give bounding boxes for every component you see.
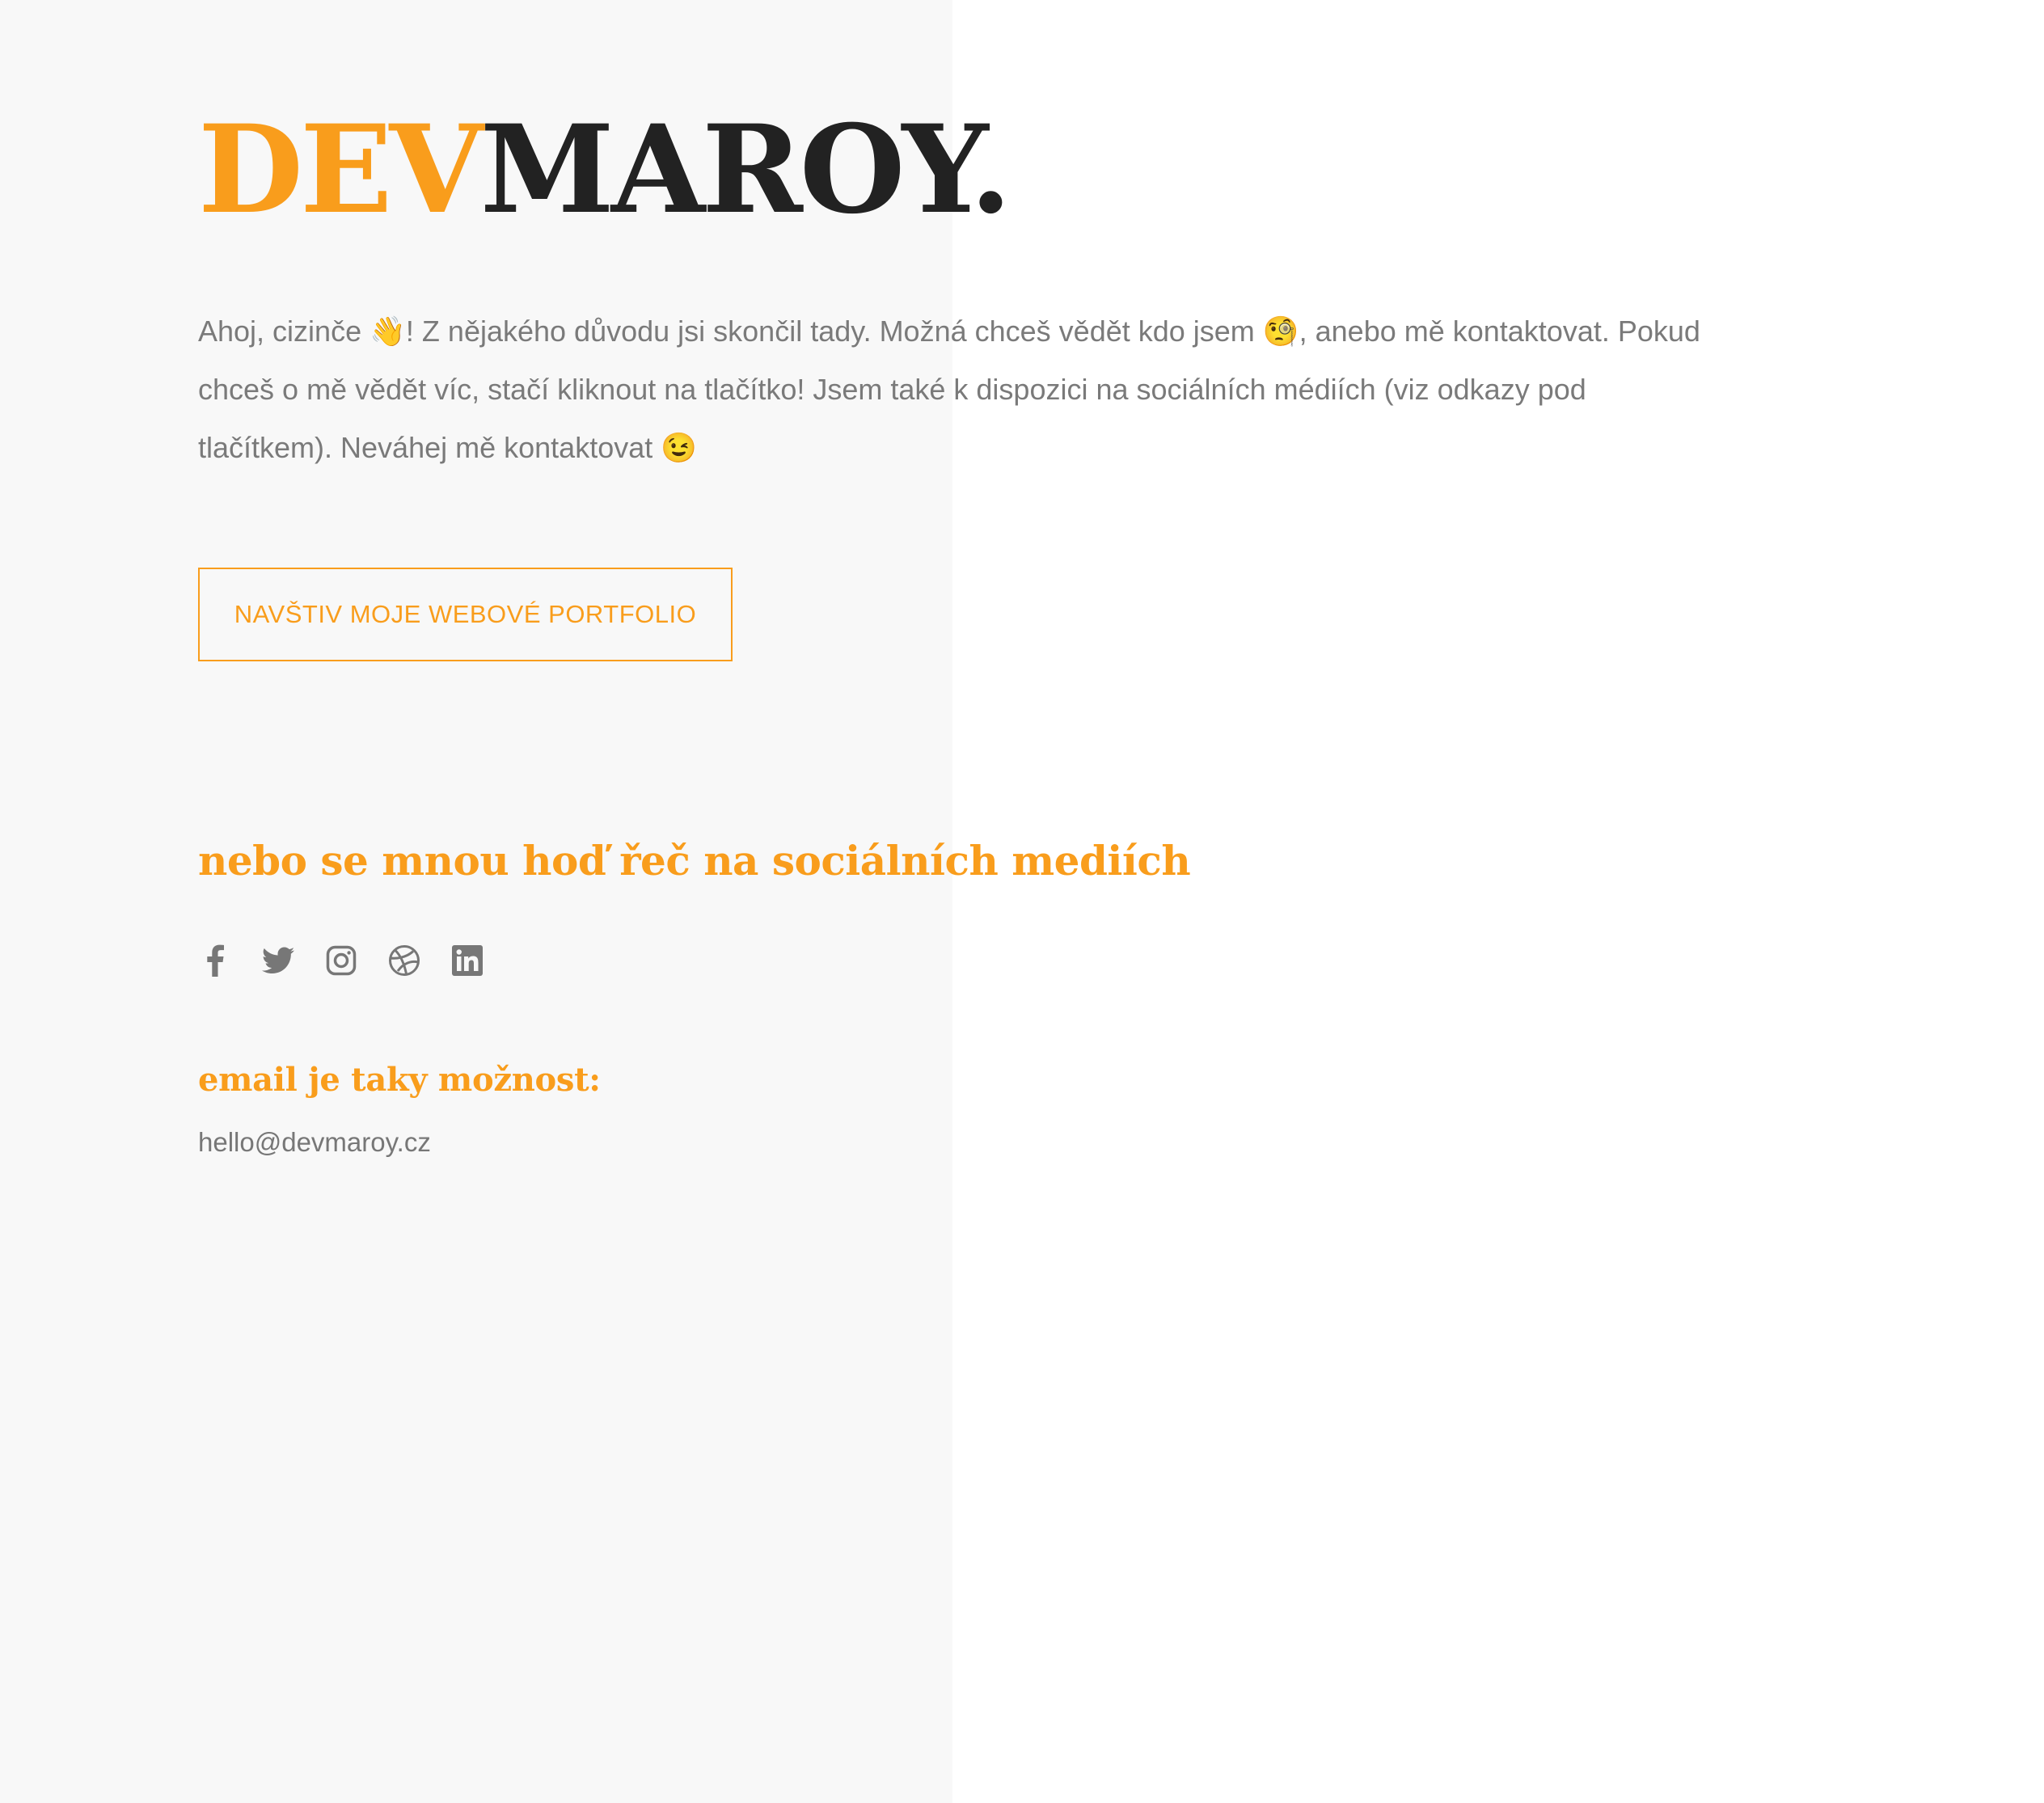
instagram-icon[interactable] bbox=[324, 944, 358, 978]
left-panel bbox=[0, 0, 952, 1803]
facebook-icon[interactable] bbox=[198, 944, 232, 978]
email-heading: email je taky možnost: bbox=[198, 1061, 601, 1099]
social-links bbox=[198, 944, 513, 978]
twitter-icon[interactable] bbox=[261, 944, 295, 978]
intro-paragraph: Ahoj, cizinče 👋! Z nějakého důvodu jsi s… bbox=[198, 315, 1700, 464]
site-logo: DEVMAROY. bbox=[198, 105, 1012, 234]
dribbble-icon[interactable] bbox=[387, 944, 421, 978]
email-link[interactable]: hello@devmaroy.cz bbox=[198, 1122, 431, 1163]
social-heading: nebo se mnou hoď řeč na sociálních medií… bbox=[198, 837, 1191, 885]
logo-accent-text: DEV bbox=[198, 99, 484, 241]
logo-dark-text: MAROY. bbox=[479, 99, 1012, 241]
linkedin-icon[interactable] bbox=[450, 944, 484, 978]
portfolio-button[interactable]: NAVŠTIV MOJE WEBOVÉ PORTFOLIO bbox=[198, 568, 733, 661]
